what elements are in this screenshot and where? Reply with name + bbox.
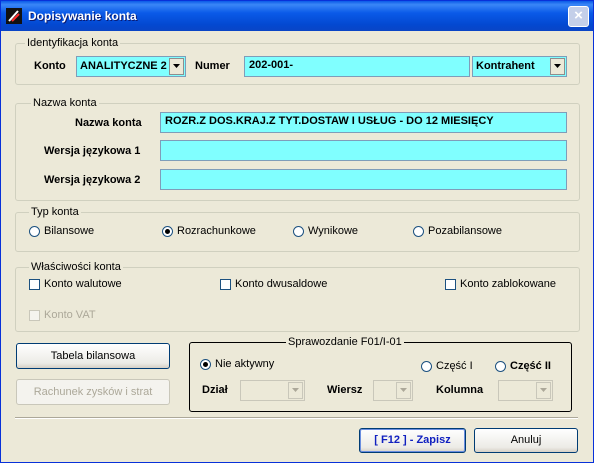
kolumna-dropdown-button xyxy=(536,382,551,399)
checkbox-vat-label: Konto VAT xyxy=(44,309,96,321)
identyfikacja-legend: Identyfikacja konta xyxy=(25,37,121,49)
kontrahent-select-value: Kontrahent xyxy=(476,60,535,72)
kontrahent-dropdown-button[interactable] xyxy=(550,58,565,75)
kolumna-select xyxy=(498,380,553,401)
radio-rozrachunkowe-label: Rozrachunkowe xyxy=(177,225,256,237)
nazwa-konta-label: Nazwa konta xyxy=(75,117,142,129)
checkbox-vat xyxy=(29,310,40,321)
checkbox-zablokowane-label: Konto zablokowane xyxy=(460,278,557,290)
radio-bilansowe-label: Bilansowe xyxy=(44,225,95,237)
wersja2-input[interactable] xyxy=(160,169,567,190)
kontrahent-select[interactable]: Kontrahent xyxy=(472,56,567,77)
konto-select-value: ANALITYCZNE 2 xyxy=(80,60,167,72)
radio-bilansowe[interactable] xyxy=(29,226,40,237)
kolumna-label: Kolumna xyxy=(436,384,484,396)
radio-nie-aktywny[interactable] xyxy=(200,359,211,370)
radio-wynikowe-label: Wynikowe xyxy=(308,225,359,237)
footer-divider xyxy=(15,417,578,419)
dzial-select xyxy=(240,380,305,401)
tabela-bilansowa-label: Tabela bilansowa xyxy=(50,350,136,362)
wersja1-label: Wersja językowa 1 xyxy=(44,145,141,157)
window-title: Dopisywanie konta xyxy=(28,9,137,23)
radio-nie-aktywny-label: Nie aktywny xyxy=(215,358,275,370)
chevron-down-icon xyxy=(400,388,407,392)
app-logo-icon xyxy=(6,8,22,24)
checkbox-walutowe-label: Konto walutowe xyxy=(44,278,122,290)
numer-input[interactable]: 202-001- xyxy=(244,56,470,77)
wiersz-dropdown-button xyxy=(396,382,411,399)
close-button[interactable]: × xyxy=(568,6,589,27)
radio-czesc2-label: Część II xyxy=(510,360,551,372)
chevron-down-icon xyxy=(540,388,547,392)
checkbox-dwusaldowe-label: Konto dwusaldowe xyxy=(235,278,328,290)
sprawozdanie-group: Sprawozdanie F01/I-01 xyxy=(189,336,572,412)
close-icon: × xyxy=(574,7,583,24)
radio-czesc1[interactable] xyxy=(421,361,432,372)
anuluj-button[interactable]: Anuluj xyxy=(474,428,578,453)
typ-legend: Typ konta xyxy=(29,206,81,218)
nazwa-konta-input[interactable]: ROZR.Z DOS.KRAJ.Z TYT.DOSTAW I USŁUG - D… xyxy=(160,112,567,133)
wlasciwosci-group: Właściwości konta xyxy=(15,261,580,332)
chevron-down-icon xyxy=(173,64,180,68)
chevron-down-icon xyxy=(292,388,299,392)
radio-czesc2[interactable] xyxy=(495,361,506,372)
konto-label: Konto xyxy=(34,60,66,72)
dzial-dropdown-button xyxy=(288,382,303,399)
konto-select[interactable]: ANALITYCZNE 2 xyxy=(76,56,186,77)
wersja1-input[interactable] xyxy=(160,140,567,161)
chevron-down-icon xyxy=(554,64,561,68)
radio-rozrachunkowe[interactable] xyxy=(162,226,173,237)
dialog-window: Dopisywanie konta × Identyfikacja konta … xyxy=(0,0,594,463)
numer-label: Numer xyxy=(195,60,230,72)
radio-wynikowe[interactable] xyxy=(293,226,304,237)
radio-pozabilansowe-label: Pozabilansowe xyxy=(428,225,502,237)
zapisz-button-label: [ F12 ] - Zapisz xyxy=(374,434,451,446)
anuluj-button-label: Anuluj xyxy=(510,434,542,446)
sprawozdanie-legend: Sprawozdanie F01/I-01 xyxy=(286,336,404,348)
rachunek-zyskow-label: Rachunek zysków i strat xyxy=(33,386,153,398)
radio-czesc1-label: Część I xyxy=(436,360,473,372)
checkbox-zablokowane[interactable] xyxy=(445,279,456,290)
nazwa-legend: Nazwa konta xyxy=(31,97,99,109)
rachunek-zyskow-button: Rachunek zysków i strat xyxy=(16,379,170,405)
title-bar[interactable]: Dopisywanie konta × xyxy=(1,1,593,31)
checkbox-dwusaldowe[interactable] xyxy=(220,279,231,290)
konto-dropdown-button[interactable] xyxy=(169,58,184,75)
checkbox-walutowe[interactable] xyxy=(29,279,40,290)
wiersz-label: Wiersz xyxy=(327,384,363,396)
zapisz-button[interactable]: [ F12 ] - Zapisz xyxy=(359,428,466,453)
wiersz-select xyxy=(373,380,413,401)
wersja2-label: Wersja językowa 2 xyxy=(44,174,141,186)
wlasciwosci-legend: Właściwości konta xyxy=(29,261,123,273)
dzial-label: Dział xyxy=(202,384,228,396)
tabela-bilansowa-button[interactable]: Tabela bilansowa xyxy=(16,343,170,369)
radio-pozabilansowe[interactable] xyxy=(413,226,424,237)
